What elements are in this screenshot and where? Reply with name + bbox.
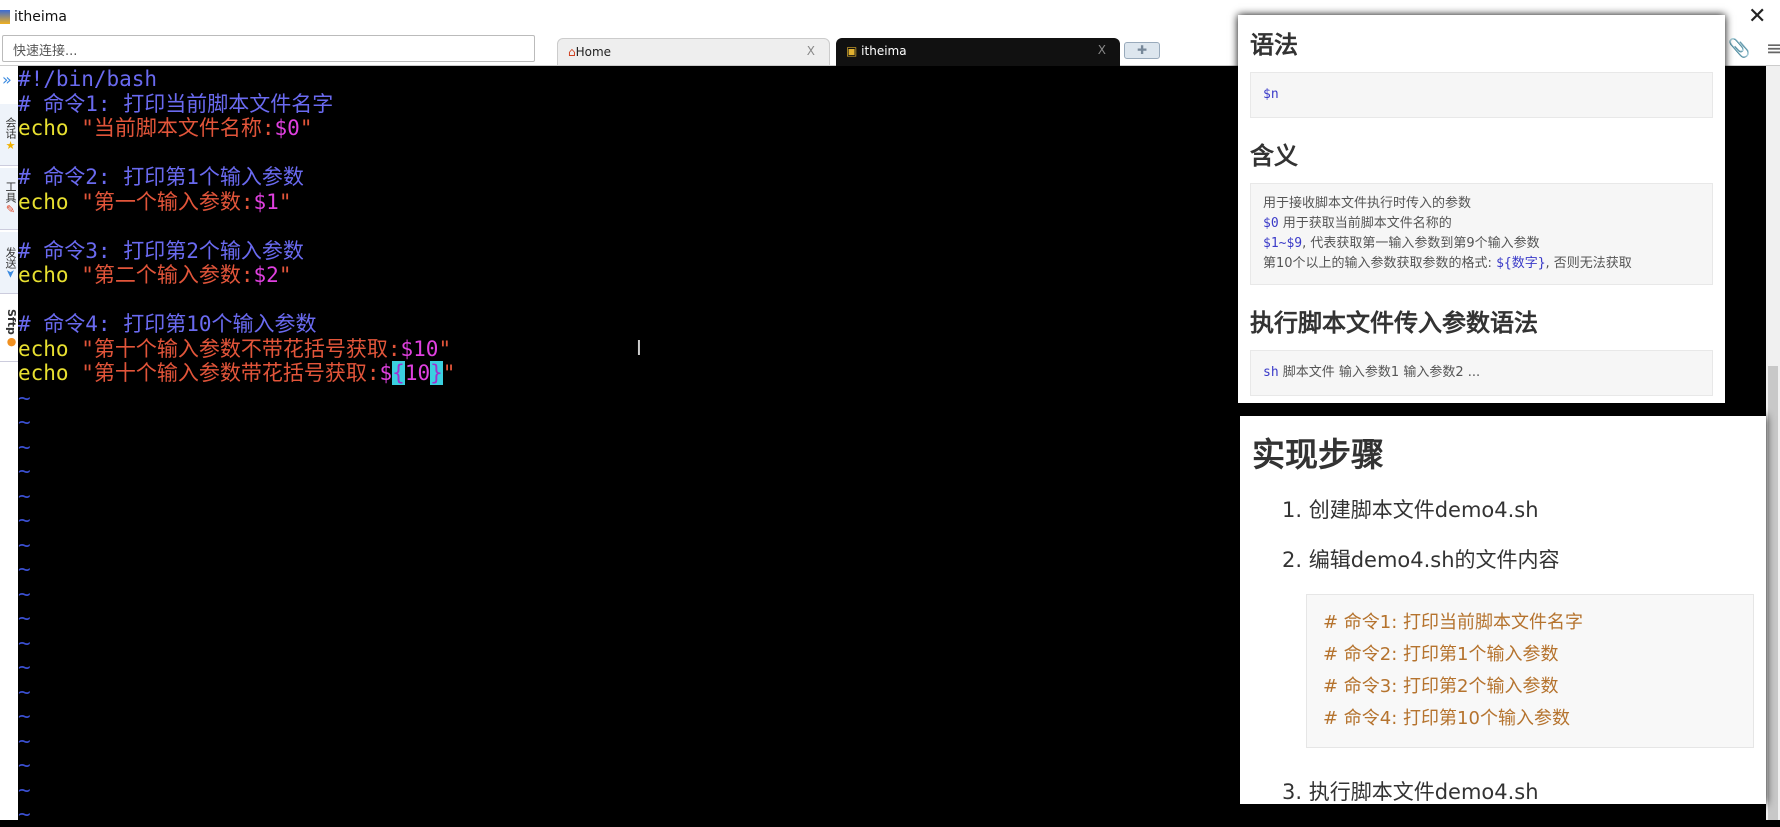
keyword: echo	[18, 361, 69, 385]
sidebar-item-session[interactable]: 会话★	[0, 104, 18, 166]
variable: $10	[400, 336, 439, 361]
tab-home[interactable]: ⌂Home X	[557, 38, 830, 66]
star-icon: ★	[4, 139, 17, 152]
keyword: echo	[18, 189, 69, 214]
code: $1~$9	[1263, 236, 1303, 251]
expand-icon[interactable]: »	[2, 70, 12, 89]
variable: $1	[253, 189, 279, 214]
string: "第二个输入参数:	[68, 263, 254, 287]
variable: $	[379, 361, 393, 385]
code-line: # 命令2: 打印第1个输入参数	[1323, 644, 1559, 665]
scrollbar[interactable]	[1766, 66, 1780, 820]
code: $0	[1263, 216, 1279, 231]
paperclip-icon[interactable]: 📎	[1728, 38, 1750, 59]
string: "	[299, 116, 313, 140]
keyword: echo	[18, 116, 69, 140]
note-popup-steps: 实现步骤 1. 创建脚本文件demo4.sh 2. 编辑demo4.sh的文件内…	[1240, 416, 1766, 804]
send-icon: ➤	[4, 268, 17, 279]
scrollbar-thumb[interactable]	[1768, 366, 1778, 820]
tool-icon: ✎	[4, 203, 17, 216]
window-title: itheima	[14, 9, 67, 25]
heading-steps: 实现步骤	[1252, 435, 1384, 474]
string: "第一个输入参数:	[68, 189, 254, 214]
text: 脚本文件 输入参数1 输入参数2 ...	[1278, 365, 1481, 380]
text: , 否则无法获取	[1545, 256, 1632, 271]
menu-icon[interactable]: ≡	[1766, 36, 1780, 60]
variable: $2	[253, 263, 279, 287]
sftp-icon: ●	[5, 334, 18, 348]
heading-meaning: 含义	[1250, 142, 1298, 170]
exec-code: sh 脚本文件 输入参数1 输入参数2 ...	[1250, 350, 1713, 396]
sidebar-item-sftp[interactable]: Sftp●	[0, 296, 18, 362]
bracket-match: {	[392, 361, 405, 385]
meaning-block: 用于接收脚本文件执行时传入的参数 $0 用于获取当前脚本文件名称的 $1~$9,…	[1250, 183, 1713, 285]
sidebar-item-send[interactable]: 发送➤	[0, 232, 18, 294]
heading-syntax: 语法	[1250, 31, 1298, 59]
string: "	[278, 263, 292, 287]
tab-label: itheima	[861, 44, 907, 58]
string: "第十个输入参数带花括号获取:	[68, 361, 380, 385]
tab-itheima[interactable]: ▣ itheima X	[836, 38, 1120, 66]
steps-code: # 命令1: 打印当前脚本文件名字 # 命令2: 打印第1个输入参数 # 命令3…	[1306, 594, 1754, 748]
home-icon: ⌂	[568, 45, 576, 59]
text: 用于获取当前脚本文件名称的	[1278, 216, 1452, 231]
text: 第10个以上的输入参数获取参数的格式:	[1263, 256, 1497, 271]
string: "	[438, 336, 452, 361]
text: , 代表获取第一输入参数到第9个输入参数	[1302, 236, 1540, 251]
side-panel: » 会话★ 工具✎ 发送➤ Sftp●	[0, 66, 18, 820]
keyword: echo	[18, 263, 69, 287]
label: 工具	[4, 181, 17, 203]
sidebar-item-tools[interactable]: 工具✎	[0, 168, 18, 230]
code: ${数字}	[1496, 256, 1546, 271]
step-item: 2. 编辑demo4.sh的文件内容	[1282, 548, 1560, 572]
heading-exec: 执行脚本文件传入参数语法	[1250, 309, 1538, 337]
label: 会话	[4, 117, 17, 139]
cursor: }	[430, 361, 443, 385]
code-line: # 命令3: 打印第2个输入参数	[1323, 676, 1559, 697]
close-icon[interactable]: ✕	[1748, 4, 1766, 29]
code: sh	[1263, 365, 1279, 380]
syntax-code: $n	[1250, 72, 1713, 118]
code-line: # 命令1: 打印当前脚本文件名字	[1323, 612, 1584, 633]
note-popup-syntax: 语法 $n 含义 用于接收脚本文件执行时传入的参数 $0 用于获取当前脚本文件名…	[1238, 15, 1725, 403]
label: 发送	[4, 246, 17, 269]
code: $n	[1263, 87, 1279, 102]
step-item: 3. 执行脚本文件demo4.sh	[1282, 780, 1539, 804]
tab-label: Home	[575, 45, 612, 59]
step-item: 1. 创建脚本文件demo4.sh	[1282, 498, 1539, 522]
code-line: # 命令4: 打印第10个输入参数	[1323, 708, 1570, 729]
tab-close-icon[interactable]: X	[807, 44, 815, 58]
label: Sftp	[5, 309, 18, 335]
keyword: echo	[18, 336, 69, 361]
string: "	[442, 361, 456, 385]
quick-connect-input[interactable]: 快速连接...	[2, 35, 535, 62]
tab-close-icon[interactable]: X	[1098, 43, 1106, 57]
variable: $0	[274, 116, 300, 140]
string: "当前脚本文件名称:	[68, 116, 275, 140]
terminal-icon: ▣	[846, 44, 858, 58]
text-cursor-icon: I	[636, 336, 642, 360]
app-icon	[0, 10, 10, 24]
variable: 10	[404, 361, 431, 385]
string: "第十个输入参数不带花括号获取:	[68, 336, 401, 361]
string: "	[278, 189, 292, 214]
new-tab-button[interactable]: ✚	[1124, 42, 1160, 59]
text: 用于接收脚本文件执行时传入的参数	[1263, 196, 1472, 211]
